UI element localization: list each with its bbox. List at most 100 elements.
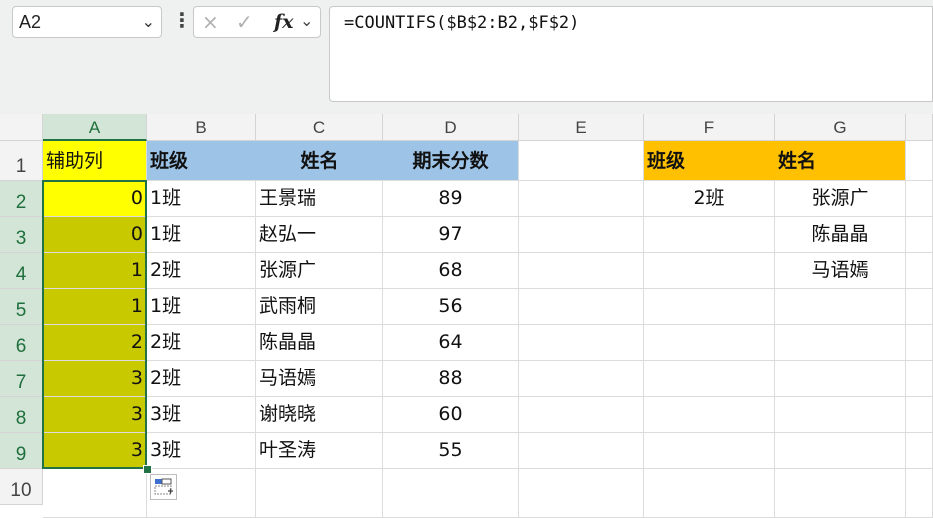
row-header-10[interactable]: 10 (0, 469, 43, 505)
cell[interactable] (644, 217, 775, 253)
cell[interactable] (644, 433, 775, 469)
name-cell[interactable]: 张源广 (256, 253, 383, 289)
column-header-g[interactable]: G (775, 114, 906, 141)
name-box[interactable]: A2 ⌄ (12, 6, 162, 38)
row-header-6[interactable]: 6 (0, 325, 43, 361)
name-column-header[interactable]: 姓名 (256, 141, 383, 181)
cell[interactable] (775, 433, 906, 469)
class-column-header[interactable]: 班级 (147, 141, 256, 181)
select-all-corner[interactable] (0, 114, 43, 141)
cell[interactable] (906, 253, 933, 289)
score-cell[interactable]: 88 (383, 361, 519, 397)
class-cell[interactable]: 1班 (147, 217, 256, 253)
cell[interactable] (775, 325, 906, 361)
formula-input[interactable]: =COUNTIFS($B$2:B2,$F$2) (329, 6, 933, 102)
row-header-5[interactable]: 5 (0, 289, 43, 325)
cell[interactable] (644, 469, 775, 518)
cell[interactable] (906, 469, 933, 518)
name-cell[interactable]: 谢晓晓 (256, 397, 383, 433)
helper-cell[interactable]: 3 (43, 361, 147, 397)
row-header-2[interactable]: 2 (0, 181, 43, 217)
column-header-f[interactable]: F (644, 114, 775, 141)
lookup-name-cell[interactable]: 张源广 (775, 181, 906, 217)
class-cell[interactable]: 1班 (147, 289, 256, 325)
name-cell[interactable]: 马语嫣 (256, 361, 383, 397)
helper-column-header[interactable]: 辅助列 (43, 141, 147, 181)
insert-function-icon[interactable]: fx (274, 11, 294, 33)
class-cell[interactable]: 3班 (147, 397, 256, 433)
cell[interactable] (906, 397, 933, 433)
cell[interactable] (906, 289, 933, 325)
name-cell[interactable]: 武雨桐 (256, 289, 383, 325)
cell[interactable] (775, 469, 906, 518)
class-cell[interactable]: 2班 (147, 253, 256, 289)
cell[interactable] (644, 361, 775, 397)
cell[interactable] (519, 217, 644, 253)
cell[interactable] (519, 141, 644, 181)
quick-analysis-icon[interactable] (150, 474, 177, 500)
cell[interactable] (519, 325, 644, 361)
cell[interactable] (519, 469, 644, 518)
cell[interactable] (644, 325, 775, 361)
enter-icon[interactable]: ✓ (236, 10, 253, 34)
cell[interactable] (519, 433, 644, 469)
chevron-down-icon[interactable]: ⌄ (142, 12, 155, 31)
name-cell[interactable]: 叶圣涛 (256, 433, 383, 469)
score-cell[interactable]: 55 (383, 433, 519, 469)
name-cell[interactable]: 王景瑞 (256, 181, 383, 217)
cell[interactable] (906, 181, 933, 217)
row-header-1[interactable]: 1 (0, 141, 43, 181)
column-header-b[interactable]: B (147, 114, 256, 141)
cell[interactable] (906, 141, 933, 181)
row-header-3[interactable]: 3 (0, 217, 43, 253)
lookup-name-cell[interactable]: 马语嫣 (775, 253, 906, 289)
chevron-down-icon[interactable]: ⌄ (300, 11, 313, 30)
class-cell[interactable]: 2班 (147, 325, 256, 361)
cell[interactable] (519, 397, 644, 433)
cancel-icon[interactable]: × (202, 10, 219, 34)
column-header-e[interactable]: E (519, 114, 644, 141)
column-header-next[interactable] (906, 114, 933, 141)
lookup-class-value[interactable]: 2班 (644, 181, 775, 217)
class-cell[interactable]: 3班 (147, 433, 256, 469)
cell[interactable] (906, 361, 933, 397)
more-options-icon[interactable]: ⋮ (172, 8, 192, 32)
cell[interactable] (906, 325, 933, 361)
lookup-class-header[interactable]: 班级 (644, 141, 775, 181)
cell[interactable] (519, 253, 644, 289)
row-header-9[interactable]: 9 (0, 433, 43, 469)
helper-cell[interactable]: 0 (43, 217, 147, 253)
cell[interactable] (644, 289, 775, 325)
row-header-8[interactable]: 8 (0, 397, 43, 433)
column-header-d[interactable]: D (383, 114, 519, 141)
row-header-7[interactable]: 7 (0, 361, 43, 397)
cell[interactable] (906, 217, 933, 253)
score-column-header[interactable]: 期末分数 (383, 141, 519, 181)
cell[interactable] (43, 469, 147, 518)
cell[interactable] (383, 469, 519, 518)
cell[interactable] (775, 361, 906, 397)
cell[interactable] (775, 289, 906, 325)
class-cell[interactable]: 2班 (147, 361, 256, 397)
cell[interactable] (519, 289, 644, 325)
helper-cell[interactable]: 2 (43, 325, 147, 361)
cell[interactable] (906, 433, 933, 469)
helper-cell[interactable]: 1 (43, 289, 147, 325)
fill-handle[interactable] (143, 465, 152, 474)
cell[interactable] (644, 253, 775, 289)
cell[interactable] (519, 361, 644, 397)
column-header-a[interactable]: A (43, 114, 147, 141)
score-cell[interactable]: 97 (383, 217, 519, 253)
cell[interactable] (519, 181, 644, 217)
name-cell[interactable]: 赵弘一 (256, 217, 383, 253)
score-cell[interactable]: 64 (383, 325, 519, 361)
lookup-name-header[interactable]: 姓名 (775, 141, 906, 181)
class-cell[interactable]: 1班 (147, 181, 256, 217)
column-header-c[interactable]: C (256, 114, 383, 141)
score-cell[interactable]: 56 (383, 289, 519, 325)
score-cell[interactable]: 68 (383, 253, 519, 289)
row-header-4[interactable]: 4 (0, 253, 43, 289)
helper-cell[interactable]: 0 (43, 181, 147, 217)
helper-cell[interactable]: 3 (43, 397, 147, 433)
cell[interactable] (775, 397, 906, 433)
